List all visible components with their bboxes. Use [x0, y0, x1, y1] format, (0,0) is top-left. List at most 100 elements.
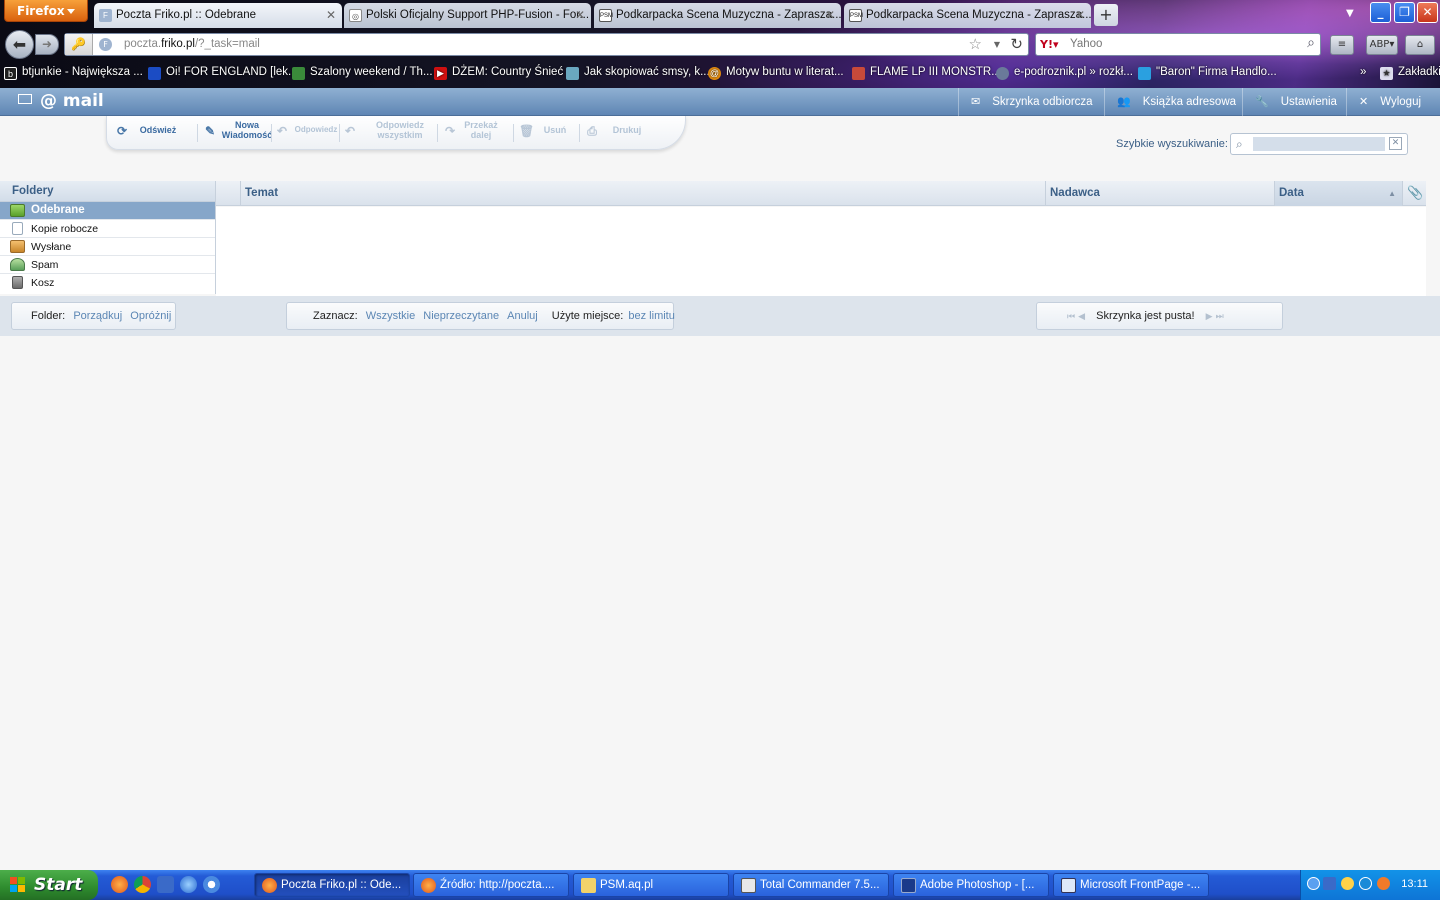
trash-icon: 🗑 [519, 124, 535, 138]
column-flag[interactable] [216, 181, 240, 206]
reply-all-button[interactable]: ↶ Odpowiedz wszystkim [343, 120, 439, 146]
winamp-quicklaunch-icon[interactable] [157, 876, 174, 893]
url-text[interactable]: poczta.friko.pl/?_task=mail [124, 38, 260, 50]
firefox-menu-button[interactable]: Firefox [4, 0, 88, 22]
taskbar-item-totalcommander[interactable]: Total Commander 7.5... [733, 873, 889, 897]
forward-message-button[interactable]: ↷ Przekaż dalej [443, 120, 515, 146]
chrome-quicklaunch-icon[interactable] [134, 876, 151, 893]
search-icon[interactable]: ⌕ [1307, 35, 1315, 51]
maximize-button[interactable]: ❐ [1394, 2, 1415, 23]
nav-label: Ustawienia [1280, 96, 1337, 108]
tab-psm-2[interactable]: PSM Podkarpacka Scena Muzyczna - Zaprasz… [844, 3, 1091, 28]
select-unread-link[interactable]: Nieprzeczytane [423, 310, 499, 322]
search-icon[interactable]: ⌕ [1236, 137, 1243, 152]
bookmark-star-icon[interactable]: ☆ [969, 35, 982, 53]
folder-drafts[interactable]: Kopie robocze [0, 220, 215, 238]
bookmark-item[interactable]: "Baron" Firma Handlo... [1138, 66, 1277, 80]
tab-php-fusion[interactable]: ◎ Polski Oficjalny Support PHP-Fusion - … [344, 3, 591, 28]
home-icon[interactable]: ⌂ [1405, 35, 1435, 55]
empty-folder-link[interactable]: Opróżnij [130, 310, 171, 322]
refresh-button[interactable]: ⟳ Odśwież [115, 120, 193, 146]
start-button[interactable]: Start [0, 870, 98, 900]
tray-expand-icon[interactable] [1307, 877, 1320, 890]
delete-button[interactable]: 🗑 Usuń [519, 120, 579, 146]
new-message-button[interactable]: ✎ Nowa Wiadomość [203, 120, 273, 146]
nav-logout[interactable]: ✕ Wyloguj [1346, 88, 1440, 116]
bookmark-item[interactable]: FLAME LP III MONSTR... [852, 66, 1001, 80]
taskbar-item-source[interactable]: Źródło: http://poczta.... [413, 873, 569, 897]
quick-search-input[interactable] [1253, 137, 1385, 151]
tab-poczta[interactable]: F Poczta Friko.pl :: Odebrane ✕ [94, 3, 342, 28]
bookmark-item[interactable]: Jak skopiować smsy, k... [566, 66, 710, 80]
taskbar-item-poczta[interactable]: Poczta Friko.pl :: Ode... [254, 873, 410, 897]
app-logo[interactable]: @ mail [18, 91, 104, 111]
column-attachment[interactable]: 📎 [1402, 181, 1426, 206]
new-tab-button[interactable]: + [1094, 4, 1118, 26]
nav-inbox[interactable]: ✉ Skrzynka odbiorcza [958, 88, 1102, 116]
compact-folder-link[interactable]: Porządkuj [73, 310, 122, 322]
folder-spam[interactable]: Spam [0, 256, 215, 274]
previous-page-icon[interactable]: ◀ [1078, 311, 1085, 321]
minimize-button[interactable]: _ [1370, 2, 1391, 23]
sent-icon [10, 240, 25, 253]
bookmarks-overflow-icon[interactable]: » [1356, 66, 1366, 78]
close-icon[interactable]: ✕ [575, 8, 585, 22]
toolbar-menu-icon[interactable]: ≡ [1330, 35, 1354, 55]
folder-inbox[interactable]: Odebrane [0, 202, 215, 220]
bookmark-item[interactable]: ▶ DŻEM: Country Śnieć [434, 66, 564, 80]
folder-sent[interactable]: Wysłane [0, 238, 215, 256]
column-subject[interactable]: Temat [240, 181, 1045, 206]
update-icon[interactable] [1359, 877, 1372, 890]
close-icon[interactable]: ✕ [326, 8, 336, 22]
bookmark-label: DŻEM: Country Śnieć [452, 66, 564, 78]
reply-button[interactable]: ↶ Odpowiedz [275, 120, 339, 146]
antivirus-icon[interactable] [1377, 877, 1390, 890]
media-quicklaunch-icon[interactable] [203, 876, 220, 893]
next-page-icon[interactable]: ▶ [1206, 311, 1213, 321]
folder-trash[interactable]: Kosz [0, 274, 215, 292]
taskbar-item-psm[interactable]: PSM.aq.pl [573, 873, 729, 897]
bookmark-item[interactable]: e-podroznik.pl » rozkł... [996, 66, 1133, 80]
column-sender[interactable]: Nadawca [1045, 181, 1274, 206]
firefox-quicklaunch-icon[interactable] [111, 876, 128, 893]
clear-search-icon[interactable]: ✕ [1389, 137, 1402, 150]
reload-icon[interactable]: ↻ [1010, 35, 1023, 53]
url-bar[interactable]: 🔑 F poczta.friko.pl/?_task=mail ☆ ▼ ↻ [64, 33, 1029, 56]
windows-taskbar: Start Poczta Friko.pl :: Ode... Źródło: … [0, 870, 1440, 900]
back-button[interactable]: ⬅ [5, 30, 34, 59]
select-none-link[interactable]: Anuluj [507, 310, 538, 322]
print-button[interactable]: ⎙ Drukuj [585, 120, 649, 146]
sun-icon[interactable] [1341, 877, 1354, 890]
bookmark-item[interactable]: Oi! FOR ENGLAND [lek... [148, 66, 298, 80]
bookmark-item[interactable]: Szalony weekend / Th... [292, 66, 433, 80]
close-window-button[interactable]: ✕ [1417, 2, 1438, 23]
chevron-down-icon[interactable]: ▼ [994, 40, 1000, 49]
first-page-icon[interactable]: ⏮ [1067, 311, 1075, 321]
tab-list-icon[interactable]: ▼ [1346, 8, 1354, 19]
column-date[interactable]: Data ▲ [1274, 181, 1402, 206]
close-icon[interactable]: ✕ [825, 8, 835, 22]
adblock-icon[interactable]: ABP▾ [1366, 35, 1398, 55]
print-label: Drukuj [612, 125, 642, 135]
network-icon[interactable] [1323, 877, 1336, 890]
bookmark-item[interactable]: @ Motyw buntu w literat... [708, 66, 844, 80]
quick-search-box[interactable]: ⌕ ✕ [1230, 133, 1408, 155]
select-all-link[interactable]: Wszystkie [366, 310, 416, 322]
bookmarks-menu[interactable]: ★ Zakładki [1380, 66, 1440, 80]
close-icon[interactable]: ✕ [1075, 8, 1085, 22]
tab-psm-1[interactable]: PSM Podkarpacka Scena Muzyczna - Zaprasz… [594, 3, 841, 28]
print-icon: ⎙ [587, 124, 597, 138]
folder-actions: Folder: Porządkuj Opróżnij [11, 302, 176, 330]
last-page-icon[interactable]: ⏭ [1216, 311, 1224, 321]
nav-addressbook[interactable]: 👥 Książka adresowa [1104, 88, 1242, 116]
nav-settings[interactable]: 🔧 Ustawienia [1242, 88, 1346, 116]
search-bar[interactable]: Y!▾ Yahoo ⌕ [1035, 33, 1321, 56]
forward-button[interactable]: ➜ [35, 34, 59, 55]
yahoo-icon[interactable]: Y!▾ [1040, 38, 1059, 51]
search-placeholder[interactable]: Yahoo [1070, 38, 1102, 50]
bookmark-item[interactable]: b btjunkie - Największa ... [4, 66, 143, 80]
ie-quicklaunch-icon[interactable] [180, 876, 197, 893]
taskbar-item-frontpage[interactable]: Microsoft FrontPage -... [1053, 873, 1209, 897]
taskbar-item-photoshop[interactable]: Adobe Photoshop - [... [893, 873, 1049, 897]
identity-key-icon[interactable]: 🔑 [65, 34, 93, 55]
